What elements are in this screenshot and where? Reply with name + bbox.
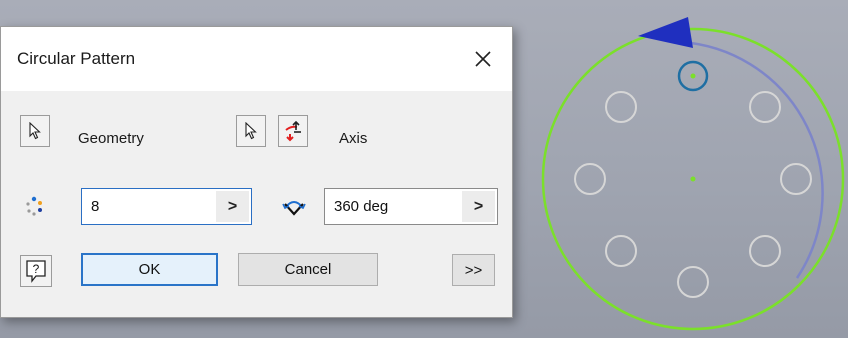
close-icon bbox=[475, 51, 491, 67]
angle-field[interactable]: 360 deg > bbox=[324, 188, 498, 225]
pattern-hole bbox=[605, 91, 637, 123]
pattern-hole bbox=[749, 235, 781, 267]
close-button[interactable] bbox=[467, 43, 499, 75]
axis-label: Axis bbox=[339, 130, 368, 147]
geometry-label: Geometry bbox=[78, 130, 144, 147]
angle-rotate-icon bbox=[282, 201, 306, 216]
direction-arrow-icon bbox=[638, 17, 693, 48]
selected-hole-center bbox=[690, 73, 696, 79]
angle-icon-wrap bbox=[279, 191, 309, 221]
pattern-hole bbox=[677, 266, 709, 298]
pattern-hole bbox=[605, 235, 637, 267]
flip-direction-icon bbox=[285, 120, 301, 142]
pattern-hole bbox=[574, 163, 606, 195]
cancel-button[interactable]: Cancel bbox=[238, 253, 378, 286]
select-geometry-button[interactable] bbox=[20, 115, 50, 147]
more-options-button[interactable]: >> bbox=[452, 254, 495, 286]
ok-button[interactable]: OK bbox=[81, 253, 218, 286]
help-button[interactable]: ? bbox=[20, 255, 52, 287]
angle-expand-button[interactable]: > bbox=[462, 191, 495, 222]
cursor-arrow-icon bbox=[29, 122, 41, 140]
dialog-titlebar[interactable]: Circular Pattern bbox=[1, 27, 512, 91]
circular-pattern-dialog: Circular Pattern Geometry Axis 8 > 360 d… bbox=[0, 26, 513, 318]
count-icon-wrap bbox=[21, 193, 47, 219]
pattern-count-icon bbox=[26, 196, 42, 216]
select-axis-button[interactable] bbox=[236, 115, 266, 147]
cursor-arrow-icon bbox=[245, 122, 257, 140]
pattern-hole bbox=[749, 91, 781, 123]
count-value: 8 bbox=[91, 198, 100, 215]
pattern-hole bbox=[780, 163, 812, 195]
angle-value: 360 deg bbox=[334, 198, 389, 215]
help-icon: ? bbox=[26, 260, 46, 283]
flip-axis-button[interactable] bbox=[278, 115, 308, 147]
count-expand-button[interactable]: > bbox=[216, 191, 249, 222]
center-point bbox=[690, 176, 696, 182]
help-glyph: ? bbox=[33, 262, 40, 276]
count-field[interactable]: 8 > bbox=[81, 188, 252, 225]
dialog-title: Circular Pattern bbox=[17, 49, 136, 68]
